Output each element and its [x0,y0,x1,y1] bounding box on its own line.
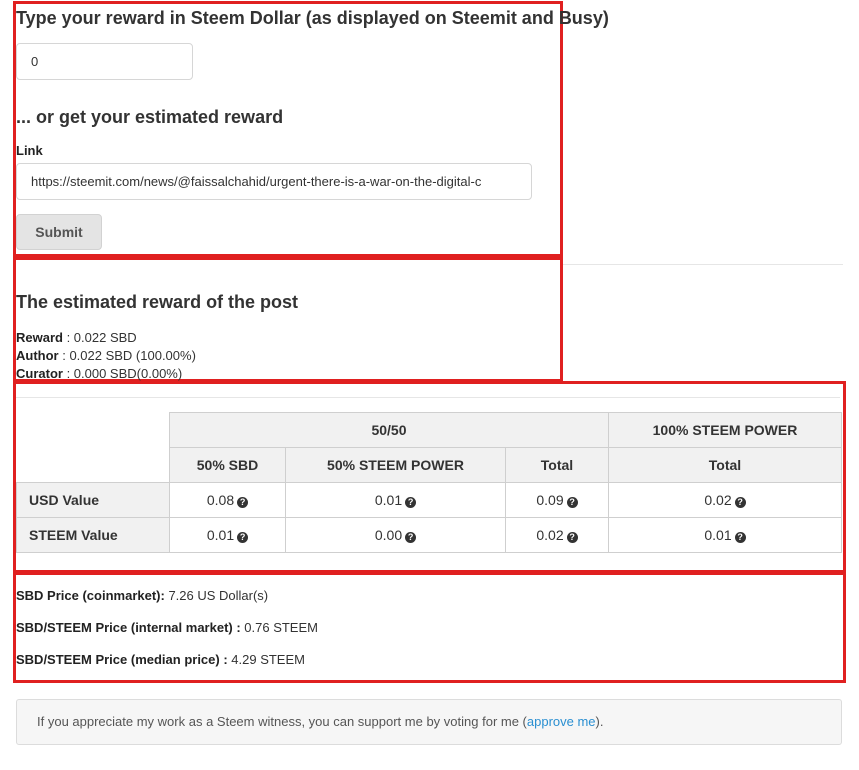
estimate-details: Reward : 0.022 SBD Author : 0.022 SBD (1… [16,329,196,383]
curator-label: Curator [16,366,63,381]
help-icon[interactable]: ? [566,532,578,543]
col-header-total-sp: Total [608,447,842,483]
median-price-label: SBD/STEEM Price (median price) : [16,652,228,667]
median-price-line: SBD/STEEM Price (median price) : 4.29 ST… [16,652,305,667]
divider-line [563,264,843,265]
submit-button[interactable]: Submit [16,214,102,250]
curator-value: : 0.000 SBD(0.00%) [62,366,183,381]
cell-steem-sbd: 0.01? [169,517,286,553]
link-input[interactable] [16,163,532,200]
group-header-steem-power: 100% STEEM POWER [608,412,842,448]
estimate-subtitle: ... or get your estimated reward [16,107,284,127]
cell-value: 0.01 [704,527,732,543]
cell-value: 0.02 [536,527,564,543]
cell-value: 0.01 [206,527,235,543]
help-icon[interactable]: ? [734,532,746,543]
internal-price-value: 0.76 STEEM [240,620,318,635]
author-value: : 0.022 SBD (100.00%) [58,348,196,363]
sbd-price-line: SBD Price (coinmarket): 7.26 US Dollar(s… [16,588,268,603]
help-icon[interactable]: ? [405,532,417,543]
author-label: Author [16,348,59,363]
cell-value: 0.01 [374,492,403,508]
author-line: Author : 0.022 SBD (100.00%) [16,347,196,365]
group-header-5050: 50/50 [169,412,609,448]
cell-value: 0.09 [536,492,564,508]
reward-value: : 0.022 SBD [62,330,137,345]
table-top-divider [16,397,840,398]
col-header-total: Total [505,447,609,483]
notice-text-before: If you appreciate my work as a Steem wit… [37,714,527,729]
link-label: Link [16,143,43,158]
cell-usd-sp: 0.01? [285,482,506,518]
cell-usd-total: 0.09? [505,482,609,518]
col-header-50-sbd: 50% SBD [169,447,286,483]
row-label-usd: USD Value [16,482,170,518]
cell-usd-sbd: 0.08? [169,482,286,518]
help-icon[interactable]: ? [734,497,746,508]
sbd-price-label: SBD Price (coinmarket): [16,588,165,603]
col-header-50-steem-power: 50% STEEM POWER [285,447,506,483]
reward-table: 50/50 100% STEEM POWER 50% SBD 50% STEEM… [16,412,842,553]
approve-me-link[interactable]: approve me [527,714,596,729]
sbd-price-value: 7.26 US Dollar(s) [164,588,269,603]
reward-sbd-input[interactable] [16,43,193,80]
cell-steem-total: 0.02? [505,517,609,553]
cell-value: 0.02 [704,492,732,508]
help-icon[interactable]: ? [566,497,578,508]
table-row: USD Value 0.08? 0.01? 0.09? 0.02? [16,482,842,518]
cell-steem-total-sp: 0.01? [608,517,842,553]
help-icon[interactable]: ? [405,497,417,508]
help-icon[interactable]: ? [237,497,249,508]
reward-input-title: Type your reward in Steem Dollar (as dis… [16,8,609,28]
reward-line: Reward : 0.022 SBD [16,329,196,347]
cell-value: 0.00 [374,527,403,543]
cell-steem-sp: 0.00? [285,517,506,553]
table-row: STEEM Value 0.01? 0.00? 0.02? 0.01? [16,517,842,553]
cell-value: 0.08 [206,492,235,508]
help-icon[interactable]: ? [237,532,249,543]
reward-label: Reward [16,330,63,345]
curator-line: Curator : 0.000 SBD(0.00%) [16,365,196,383]
internal-price-line: SBD/STEEM Price (internal market) : 0.76… [16,620,318,635]
witness-notice: If you appreciate my work as a Steem wit… [16,699,842,745]
notice-text-after: ). [595,714,604,729]
internal-price-label: SBD/STEEM Price (internal market) : [16,620,241,635]
row-label-steem: STEEM Value [16,517,170,553]
estimate-title: The estimated reward of the post [16,292,299,312]
cell-usd-total-sp: 0.02? [608,482,842,518]
median-price-value: 4.29 STEEM [227,652,305,667]
